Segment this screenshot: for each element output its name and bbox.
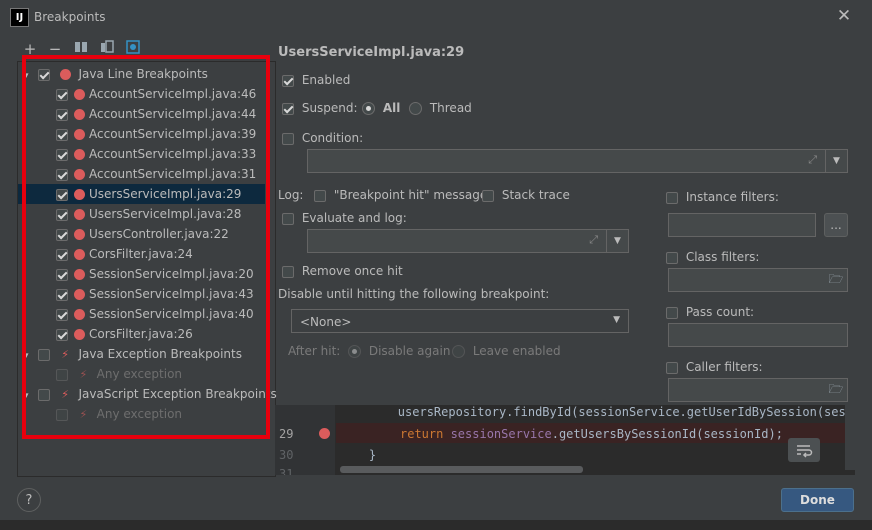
code-keyword: return bbox=[400, 427, 451, 441]
caller-filters-option[interactable]: Caller filters: bbox=[666, 360, 763, 374]
remove-once-hit-label: Remove once hit bbox=[301, 264, 403, 278]
code-text: .getUsersBySessionId(sessionId); bbox=[551, 427, 783, 441]
after-hit-label: After hit: bbox=[288, 344, 341, 358]
instance-filters-browse-button[interactable]: ... bbox=[824, 213, 848, 237]
chevron-down-icon[interactable]: ▼ bbox=[613, 315, 620, 325]
enabled-label: Enabled bbox=[301, 73, 351, 87]
stack-trace-checkbox[interactable] bbox=[482, 189, 494, 202]
evaluate-log-option[interactable]: Evaluate and log: bbox=[282, 211, 407, 225]
pass-count-input[interactable] bbox=[668, 323, 848, 347]
editor-horizontal-scrollbar[interactable] bbox=[340, 466, 583, 473]
background-editor-strip bbox=[0, 520, 872, 530]
code-line: return sessionService.getUsersBySessionI… bbox=[400, 427, 783, 441]
folder-icon[interactable]: 🗁 bbox=[825, 269, 847, 291]
suspend-all-radio[interactable]: All bbox=[362, 101, 400, 115]
suspend-label: Suspend: bbox=[301, 101, 358, 115]
instance-filters-option[interactable]: Instance filters: bbox=[666, 190, 779, 204]
class-filters-option[interactable]: Class filters: bbox=[666, 250, 759, 264]
done-button[interactable]: Done bbox=[781, 488, 854, 512]
log-message-checkbox[interactable] bbox=[314, 189, 326, 202]
caller-filters-label: Caller filters: bbox=[685, 360, 763, 374]
line-number: 29 bbox=[279, 427, 294, 441]
enabled-checkbox[interactable] bbox=[282, 74, 294, 87]
disable-again-radio[interactable]: Disable again bbox=[348, 344, 450, 358]
disable-until-label: Disable until hitting the following brea… bbox=[278, 287, 550, 301]
log-message-option[interactable]: "Breakpoint hit" message bbox=[314, 188, 487, 202]
expand-icon[interactable]: ⤢ bbox=[808, 153, 817, 167]
editor-vertical-scrollbar[interactable] bbox=[845, 405, 855, 470]
leave-enabled-radio[interactable]: Leave enabled bbox=[452, 344, 561, 358]
code-field: sessionService bbox=[450, 427, 552, 441]
class-filters-input[interactable]: 🗁 bbox=[668, 268, 848, 292]
suspend-thread-label: Thread bbox=[429, 101, 472, 115]
caller-filters-input[interactable]: 🗁 bbox=[668, 378, 848, 402]
soft-wrap-icon[interactable] bbox=[788, 438, 820, 462]
instance-filters-checkbox[interactable] bbox=[666, 191, 678, 204]
help-button[interactable]: ? bbox=[17, 488, 41, 512]
window-title: Breakpoints bbox=[34, 10, 106, 24]
remove-once-hit-checkbox[interactable] bbox=[282, 265, 294, 278]
chevron-down-icon[interactable]: ▼ bbox=[825, 150, 847, 172]
suspend-checkbox[interactable] bbox=[282, 102, 294, 115]
evaluate-log-checkbox[interactable] bbox=[282, 212, 294, 225]
radio-button[interactable] bbox=[452, 345, 465, 358]
radio-button[interactable] bbox=[348, 345, 361, 358]
expand-icon[interactable]: ⤢ bbox=[589, 233, 598, 247]
evaluate-log-label: Evaluate and log: bbox=[301, 211, 407, 225]
stack-trace-label: Stack trace bbox=[501, 188, 570, 202]
log-message-label: "Breakpoint hit" message bbox=[333, 188, 488, 202]
radio-button[interactable] bbox=[362, 102, 375, 115]
pass-count-option[interactable]: Pass count: bbox=[666, 305, 754, 319]
suspend-thread-radio[interactable]: Thread bbox=[409, 101, 472, 115]
log-label: Log: bbox=[278, 188, 304, 202]
chevron-down-icon[interactable]: ▼ bbox=[606, 230, 628, 252]
enabled-option[interactable]: Enabled bbox=[282, 73, 350, 87]
leave-enabled-label: Leave enabled bbox=[472, 344, 561, 358]
evaluate-log-input[interactable]: ⤢ ▼ bbox=[307, 229, 629, 253]
condition-checkbox[interactable] bbox=[282, 132, 294, 145]
condition-label: Condition: bbox=[301, 131, 364, 145]
class-filters-checkbox[interactable] bbox=[666, 251, 678, 264]
pass-count-checkbox[interactable] bbox=[666, 306, 678, 319]
disable-again-label: Disable again bbox=[368, 344, 451, 358]
condition-input[interactable]: ⤢ ▼ bbox=[307, 149, 848, 173]
disable-until-value: <None> bbox=[300, 315, 352, 329]
folder-icon[interactable]: 🗁 bbox=[825, 379, 847, 401]
instance-filters-input[interactable] bbox=[668, 213, 816, 237]
code-line: usersRepository.findById(sessionService.… bbox=[340, 405, 855, 419]
close-icon[interactable]: ✕ bbox=[835, 6, 853, 26]
caller-filters-checkbox[interactable] bbox=[666, 361, 678, 374]
breakpoint-icon[interactable] bbox=[319, 428, 330, 439]
code-line: } bbox=[340, 448, 377, 462]
line-number: 31 bbox=[279, 467, 294, 475]
remove-once-hit-option[interactable]: Remove once hit bbox=[282, 264, 403, 278]
app-icon: IJ bbox=[10, 8, 29, 27]
condition-option[interactable]: Condition: bbox=[282, 131, 363, 145]
class-filters-label: Class filters: bbox=[685, 250, 760, 264]
suspend-option[interactable]: Suspend: bbox=[282, 101, 358, 115]
stack-trace-option[interactable]: Stack trace bbox=[482, 188, 570, 202]
highlight-annotation-box bbox=[22, 55, 270, 439]
title-bar bbox=[0, 0, 872, 34]
breakpoint-title: UsersServiceImpl.java:29 bbox=[278, 45, 465, 60]
instance-filters-label: Instance filters: bbox=[685, 190, 779, 204]
disable-until-select[interactable]: <None> ▼ bbox=[291, 309, 629, 333]
suspend-all-label: All bbox=[382, 101, 401, 115]
radio-button[interactable] bbox=[409, 102, 422, 115]
pass-count-label: Pass count: bbox=[685, 305, 755, 319]
line-number: 30 bbox=[279, 448, 294, 462]
